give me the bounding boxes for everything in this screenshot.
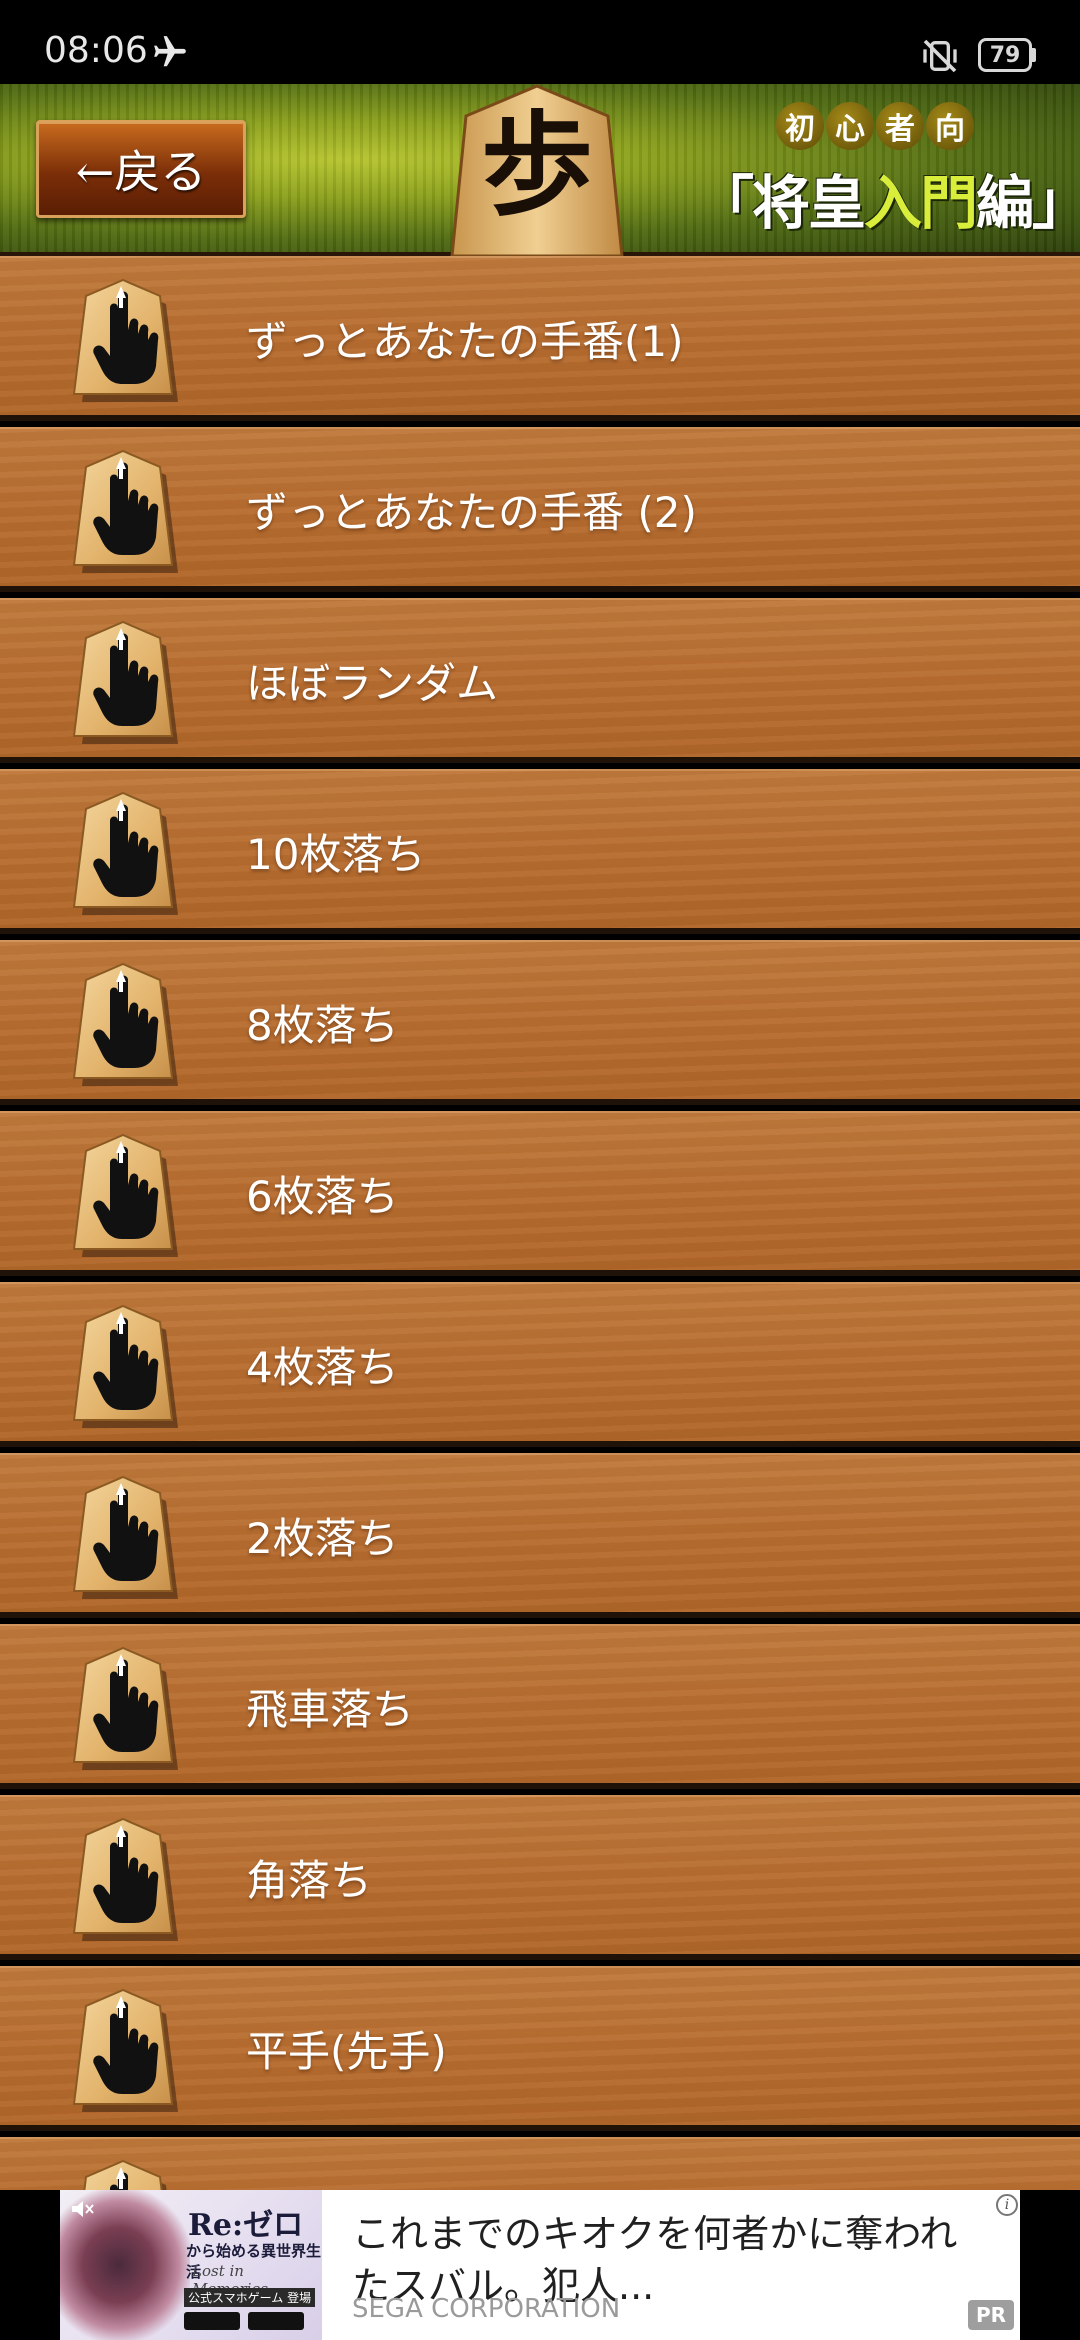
battery-level: 79 xyxy=(978,38,1032,72)
title-highlight: 入門 xyxy=(864,169,978,237)
menu-item[interactable]: ずっとあなたの手番 (2) xyxy=(0,427,1080,592)
shogi-piece-pointer-icon xyxy=(73,1134,179,1257)
menu-item-label: ずっとあなたの手番(1) xyxy=(246,317,684,366)
title-open: 「将皇 xyxy=(696,169,866,237)
app-store-badge xyxy=(184,2312,240,2330)
ad-advertiser: SEGA CORPORATION xyxy=(352,2294,621,2324)
google-play-badge xyxy=(248,2312,304,2330)
shogi-piece-pointer-icon xyxy=(73,2160,179,2190)
menu-item[interactable]: 10枚落ち xyxy=(0,769,1080,934)
menu-item-label: 6枚落ち xyxy=(246,1172,399,1221)
menu-item-label: ほぼランダム xyxy=(246,659,499,708)
menu-item-label: ずっとあなたの手番 (2) xyxy=(246,488,697,537)
menu-item[interactable]: 6枚落ち xyxy=(0,1111,1080,1276)
menu-item[interactable]: 4枚落ち xyxy=(0,1282,1080,1447)
app-screen: 08:06 79 ←戻る 歩 初 心 者 向 「将皇入門編」 ずっとあなたの手番… xyxy=(0,0,1080,2340)
menu-item[interactable]: 平手(先手) xyxy=(0,1966,1080,2131)
shogi-piece-pointer-icon xyxy=(73,450,179,573)
menu-item[interactable]: 飛車落ち xyxy=(0,1624,1080,1789)
menu-item-label: 2枚落ち xyxy=(246,1514,399,1563)
status-time: 08:06 xyxy=(44,30,148,71)
header-pawn-piece: 歩 xyxy=(442,84,632,258)
app-title: 「将皇入門編」 xyxy=(696,156,1080,237)
menu-item-label: 4枚落ち xyxy=(246,1343,399,1392)
ad-logo-title: Re:ゼロ xyxy=(188,2208,304,2243)
shogi-piece-pointer-icon xyxy=(73,963,179,1086)
status-bar: 08:06 79 xyxy=(0,0,1080,84)
opponent-menu-list: ずっとあなたの手番(1) ずっとあなたの手番 (2) ほぼランダム 10枚落ち … xyxy=(0,256,1080,2190)
menu-item[interactable]: ずっとあなたの手番(1) xyxy=(0,256,1080,421)
shogi-piece-pointer-icon xyxy=(73,279,179,402)
menu-item[interactable]: ほぼランダム xyxy=(0,598,1080,763)
title-close: 編」 xyxy=(976,169,1080,237)
battery-icon: 79 xyxy=(978,38,1036,72)
menu-item-label: 飛車落ち xyxy=(246,1685,415,1734)
menu-item[interactable]: 角落ち xyxy=(0,1795,1080,1960)
shogi-piece-pointer-icon xyxy=(73,792,179,915)
menu-item-label: 10枚落ち xyxy=(246,830,426,879)
shogi-piece-pointer-icon xyxy=(73,621,179,744)
menu-item[interactable]: 8枚落ち xyxy=(0,940,1080,1105)
ad-banner[interactable]: Re:ゼロ から始める異世界生活 Lost in Memories 公式スマホゲ… xyxy=(60,2190,1020,2340)
mute-icon[interactable] xyxy=(70,2198,96,2220)
store-badges xyxy=(184,2312,314,2330)
airplane-icon xyxy=(154,36,186,67)
level-badge: 初 xyxy=(776,102,824,150)
ad-logo-tag: 公式スマホゲーム 登場 xyxy=(184,2288,316,2307)
level-badge: 心 xyxy=(826,102,874,150)
shogi-piece-pointer-icon xyxy=(73,1989,179,2112)
level-badge: 向 xyxy=(926,102,974,150)
shogi-piece-pointer-icon xyxy=(73,1647,179,1770)
info-icon[interactable]: i xyxy=(996,2194,1018,2216)
menu-item-partial[interactable] xyxy=(0,2137,1080,2190)
menu-item-label: 角落ち xyxy=(246,1856,373,1905)
header-banner: ←戻る 歩 初 心 者 向 「将皇入門編」 xyxy=(0,84,1080,258)
level-badge: 者 xyxy=(876,102,924,150)
vibrate-off-icon xyxy=(923,39,957,73)
ad-image[interactable]: Re:ゼロ から始める異世界生活 Lost in Memories 公式スマホゲ… xyxy=(60,2190,322,2340)
header-piece-char: 歩 xyxy=(481,100,593,231)
menu-item[interactable]: 2枚落ち xyxy=(0,1453,1080,1618)
shogi-piece-pointer-icon xyxy=(73,1476,179,1599)
shogi-piece-pointer-icon xyxy=(73,1305,179,1428)
back-button[interactable]: ←戻る xyxy=(36,120,246,218)
pr-badge: PR xyxy=(968,2300,1014,2330)
shogi-piece-pointer-icon xyxy=(73,1818,179,1941)
menu-item-label: 平手(先手) xyxy=(246,2027,447,2076)
menu-item-label: 8枚落ち xyxy=(246,1001,399,1050)
